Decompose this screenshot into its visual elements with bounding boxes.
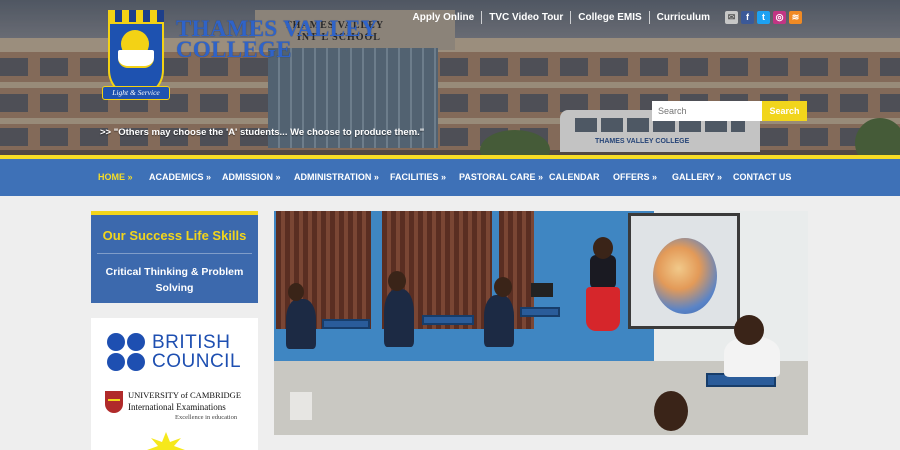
crest-checks bbox=[108, 10, 164, 22]
college-name[interactable]: THAMES VALLEY COLLEGE bbox=[176, 16, 378, 62]
british-council-line2: COUNCIL bbox=[152, 351, 242, 372]
social-icons: ✉ f t ◎ ≋ bbox=[725, 11, 802, 24]
british-council-dot bbox=[127, 333, 145, 351]
life-skills-title: Our Success Life Skills bbox=[102, 228, 247, 243]
slider-prev-button[interactable] bbox=[290, 392, 312, 420]
search-button[interactable]: Search bbox=[762, 101, 807, 121]
college-name-line1: THAMES VALLEY bbox=[176, 16, 378, 41]
nav-gallery[interactable]: GALLERY » bbox=[672, 172, 722, 182]
nav-academics[interactable]: ACADEMICS » bbox=[149, 172, 211, 182]
nav-offers[interactable]: OFFERS » bbox=[613, 172, 657, 182]
cambridge-line1: UNIVERSITY of CAMBRIDGE bbox=[128, 390, 242, 400]
british-council-logo[interactable]: BRITISH COUNCIL bbox=[152, 333, 241, 371]
nav-pastoral-care[interactable]: PASTORAL CARE » bbox=[459, 172, 543, 182]
cambridge-tagline: Excellence in education bbox=[175, 414, 238, 421]
rss-icon[interactable]: ≋ bbox=[789, 11, 802, 24]
site-header: THAMES VALLEY INT'L SCHOOL THAMES VALLEY… bbox=[0, 0, 900, 157]
apply-online-link[interactable]: Apply Online bbox=[406, 11, 482, 24]
photo-laptop bbox=[531, 283, 553, 297]
british-council-dot bbox=[107, 333, 125, 351]
nav-calendar[interactable]: CALENDAR bbox=[549, 172, 600, 182]
photo-smartboard bbox=[628, 213, 740, 329]
college-crest-logo[interactable]: Light & Service bbox=[102, 10, 170, 100]
british-council-line1: BRITISH bbox=[152, 332, 231, 353]
nav-facilities[interactable]: FACILITIES » bbox=[390, 172, 446, 182]
british-council-logo-icon bbox=[107, 333, 147, 373]
search-input[interactable] bbox=[652, 101, 762, 121]
photo-student-head bbox=[288, 283, 304, 301]
photo-student bbox=[484, 295, 514, 347]
life-skills-card[interactable]: Our Success Life Skills Critical Thinkin… bbox=[91, 211, 258, 303]
tagline: >> "Others may choose the 'A' students..… bbox=[100, 127, 425, 138]
photo-teacher bbox=[590, 255, 616, 289]
life-skills-item: Critical Thinking & Problem Solving bbox=[97, 264, 252, 296]
photo-teacher-skirt bbox=[586, 287, 620, 331]
photo-desk bbox=[520, 307, 560, 317]
star-logo-icon bbox=[141, 432, 191, 450]
instagram-icon[interactable]: ◎ bbox=[773, 11, 786, 24]
top-links: Apply Online TVC Video Tour College EMIS… bbox=[406, 11, 717, 24]
photo-student-head bbox=[388, 271, 406, 291]
main-nav: HOME » ACADEMICS » ADMISSION » ADMINISTR… bbox=[0, 159, 900, 196]
globe-graphic bbox=[653, 238, 717, 314]
star-burst-icon bbox=[147, 432, 185, 450]
nav-home[interactable]: HOME » bbox=[98, 172, 133, 182]
photo-desk bbox=[422, 315, 474, 325]
photo-student bbox=[286, 299, 316, 349]
twitter-icon[interactable]: t bbox=[757, 11, 770, 24]
british-council-dot bbox=[107, 353, 125, 371]
partners-card: BRITISH COUNCIL UNIVERSITY of CAMBRIDGE … bbox=[91, 318, 258, 450]
open-book-icon bbox=[118, 50, 154, 68]
photo-student-head bbox=[654, 391, 688, 431]
photo-desk bbox=[322, 319, 370, 329]
video-tour-link[interactable]: TVC Video Tour bbox=[481, 11, 570, 24]
nav-contact-us[interactable]: CONTACT US bbox=[733, 172, 791, 182]
life-skills-line1: Critical Thinking & Problem bbox=[105, 266, 244, 278]
cambridge-line2: International Examinations bbox=[128, 402, 226, 412]
life-skills-line2: Solving bbox=[155, 282, 194, 294]
curriculum-link[interactable]: Curriculum bbox=[648, 11, 717, 24]
cambridge-crest-icon bbox=[105, 391, 123, 413]
nav-admission[interactable]: ADMISSION » bbox=[222, 172, 281, 182]
nav-administration[interactable]: ADMINISTRATION » bbox=[294, 172, 379, 182]
british-council-dot bbox=[127, 353, 145, 371]
email-icon[interactable]: ✉ bbox=[725, 11, 738, 24]
photo-teacher-head bbox=[593, 237, 613, 259]
classroom-photo-slider[interactable] bbox=[274, 211, 808, 435]
photo-student-head bbox=[494, 277, 512, 297]
photo-student bbox=[384, 289, 414, 347]
photo-student-head bbox=[734, 315, 764, 345]
crest-motto: Light & Service bbox=[102, 86, 170, 100]
cambridge-crest-band bbox=[108, 399, 120, 401]
divider bbox=[97, 253, 252, 254]
college-emis-link[interactable]: College EMIS bbox=[570, 11, 648, 24]
facebook-icon[interactable]: f bbox=[741, 11, 754, 24]
college-name-line2: COLLEGE bbox=[176, 37, 292, 62]
